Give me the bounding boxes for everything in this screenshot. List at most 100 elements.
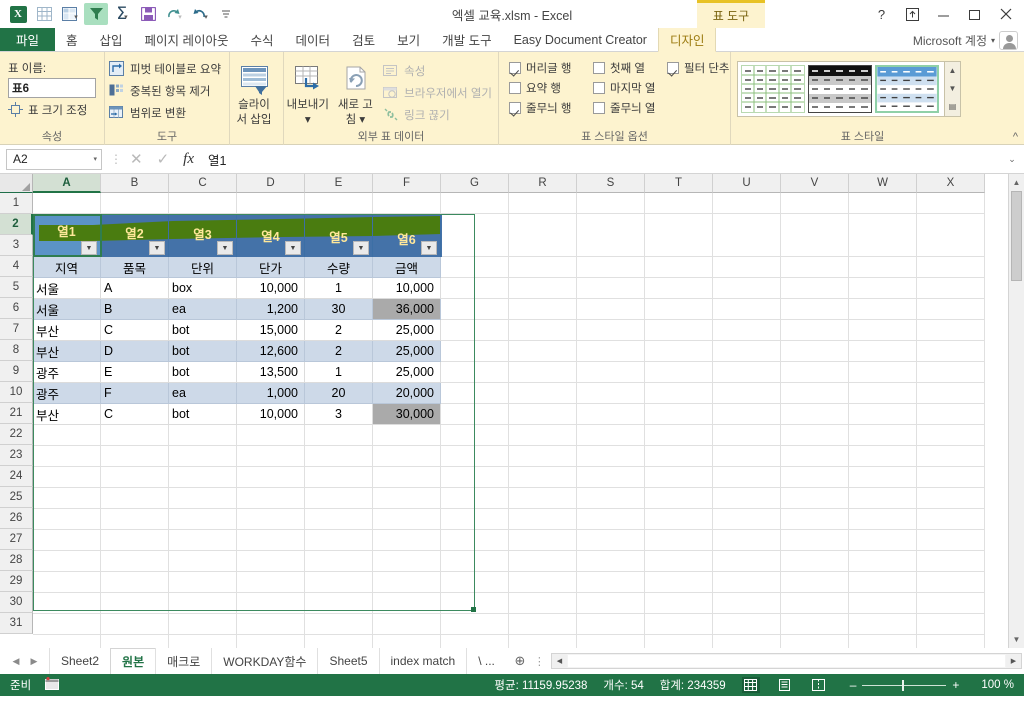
empty-cell[interactable]: [713, 299, 781, 320]
empty-cell[interactable]: [101, 614, 169, 635]
empty-cell[interactable]: [373, 509, 441, 530]
autosum-icon[interactable]: Σ ▾: [110, 3, 134, 25]
convert-to-range-button[interactable]: 범위로 변환: [105, 102, 229, 124]
empty-cell[interactable]: [441, 446, 509, 467]
empty-cell[interactable]: [849, 614, 917, 635]
table-cell[interactable]: bot: [169, 320, 237, 341]
checkbox-last-column[interactable]: 마지막 열: [593, 78, 667, 98]
column-header-B[interactable]: B: [101, 174, 169, 193]
empty-cell[interactable]: [781, 488, 849, 509]
filter-icon[interactable]: [84, 3, 108, 25]
empty-cell[interactable]: [849, 593, 917, 614]
name-box[interactable]: A2 ▾: [6, 148, 102, 170]
empty-cell[interactable]: [237, 467, 305, 488]
row-header-2[interactable]: 2: [0, 214, 33, 235]
empty-cell[interactable]: [441, 193, 509, 214]
empty-cell[interactable]: [577, 341, 645, 362]
empty-cell[interactable]: [169, 446, 237, 467]
empty-cell[interactable]: [373, 551, 441, 572]
table-cell[interactable]: 광주: [33, 383, 101, 404]
table-styles-gallery[interactable]: [737, 61, 945, 117]
tab-data[interactable]: 데이터: [285, 28, 342, 51]
empty-cell[interactable]: [849, 278, 917, 299]
empty-cell[interactable]: [373, 193, 441, 214]
table-cell[interactable]: 30: [305, 299, 373, 320]
empty-cell[interactable]: [237, 530, 305, 551]
empty-cell[interactable]: [169, 551, 237, 572]
empty-cell[interactable]: [713, 614, 781, 635]
empty-cell[interactable]: [713, 320, 781, 341]
gallery-scroll-up-icon[interactable]: ▲: [949, 67, 957, 75]
maximize-icon[interactable]: [960, 2, 989, 26]
empty-cell[interactable]: [305, 467, 373, 488]
empty-cell[interactable]: [441, 362, 509, 383]
table-cell[interactable]: 3: [305, 404, 373, 425]
empty-cell[interactable]: [509, 614, 577, 635]
empty-cell[interactable]: [237, 593, 305, 614]
empty-cell[interactable]: [33, 614, 101, 635]
table-cell[interactable]: 20: [305, 383, 373, 404]
checkbox-first-column[interactable]: 첫째 열: [593, 58, 667, 78]
empty-cell[interactable]: [305, 509, 373, 530]
empty-cell[interactable]: [645, 214, 713, 257]
empty-cell[interactable]: [441, 572, 509, 593]
help-icon[interactable]: ?: [867, 2, 896, 26]
empty-cell[interactable]: [713, 551, 781, 572]
empty-cell[interactable]: [101, 425, 169, 446]
empty-cell[interactable]: [509, 509, 577, 530]
empty-cell[interactable]: [849, 425, 917, 446]
empty-cell[interactable]: [849, 362, 917, 383]
table-cell[interactable]: B: [101, 299, 169, 320]
resize-table-button[interactable]: 표 크기 조정: [0, 98, 104, 118]
scroll-down-icon[interactable]: ▼: [1009, 631, 1024, 648]
empty-cell[interactable]: [645, 593, 713, 614]
empty-cell[interactable]: [441, 383, 509, 404]
row-header-27[interactable]: 27: [0, 529, 33, 550]
empty-cell[interactable]: [101, 635, 169, 648]
table-cell[interactable]: 지역: [33, 257, 101, 278]
row-header-5[interactable]: 5: [0, 277, 33, 298]
row-header-1[interactable]: 1: [0, 193, 33, 214]
empty-cell[interactable]: [713, 362, 781, 383]
empty-cell[interactable]: [305, 425, 373, 446]
row-header-26[interactable]: 26: [0, 508, 33, 529]
empty-cell[interactable]: [509, 278, 577, 299]
row-header-28[interactable]: 28: [0, 550, 33, 571]
table-cell[interactable]: 12,600: [237, 341, 305, 362]
empty-cell[interactable]: [917, 530, 985, 551]
empty-cell[interactable]: [917, 278, 985, 299]
expand-formula-bar-icon[interactable]: ⌄: [1000, 154, 1024, 165]
empty-cell[interactable]: [917, 467, 985, 488]
table-header-cell[interactable]: 열3 ▼: [169, 214, 237, 257]
table-cell[interactable]: 서울: [33, 278, 101, 299]
column-header-R[interactable]: R: [509, 174, 577, 193]
empty-cell[interactable]: [645, 278, 713, 299]
empty-cell[interactable]: [577, 404, 645, 425]
sheet-tab-sheet5[interactable]: Sheet5: [317, 648, 380, 674]
table-cell[interactable]: 1,000: [237, 383, 305, 404]
tab-page-layout[interactable]: 페이지 레이아웃: [134, 28, 240, 51]
empty-cell[interactable]: [33, 488, 101, 509]
select-all-corner[interactable]: [0, 174, 33, 193]
row-header-3[interactable]: 3: [0, 235, 33, 256]
empty-cell[interactable]: [441, 257, 509, 278]
tab-developer[interactable]: 개발 도구: [431, 28, 502, 51]
vertical-scrollbar[interactable]: ▲ ▼: [1008, 174, 1024, 648]
filter-dropdown-button[interactable]: ▼: [353, 241, 369, 255]
table-header-cell[interactable]: 열1 ▼: [33, 214, 101, 257]
table-cell[interactable]: 25,000: [373, 341, 441, 362]
column-header-S[interactable]: S: [577, 174, 645, 193]
table-cell[interactable]: 광주: [33, 362, 101, 383]
table-cell[interactable]: D: [101, 341, 169, 362]
empty-cell[interactable]: [305, 488, 373, 509]
empty-cell[interactable]: [713, 530, 781, 551]
empty-cell[interactable]: [237, 635, 305, 648]
empty-cell[interactable]: [509, 488, 577, 509]
table-cell[interactable]: 25,000: [373, 320, 441, 341]
empty-cell[interactable]: [509, 383, 577, 404]
empty-cell[interactable]: [373, 593, 441, 614]
row-header-6[interactable]: 6: [0, 298, 33, 319]
tab-easy-document-creator[interactable]: Easy Document Creator: [503, 28, 658, 51]
empty-cell[interactable]: [169, 488, 237, 509]
empty-cell[interactable]: [441, 635, 509, 648]
